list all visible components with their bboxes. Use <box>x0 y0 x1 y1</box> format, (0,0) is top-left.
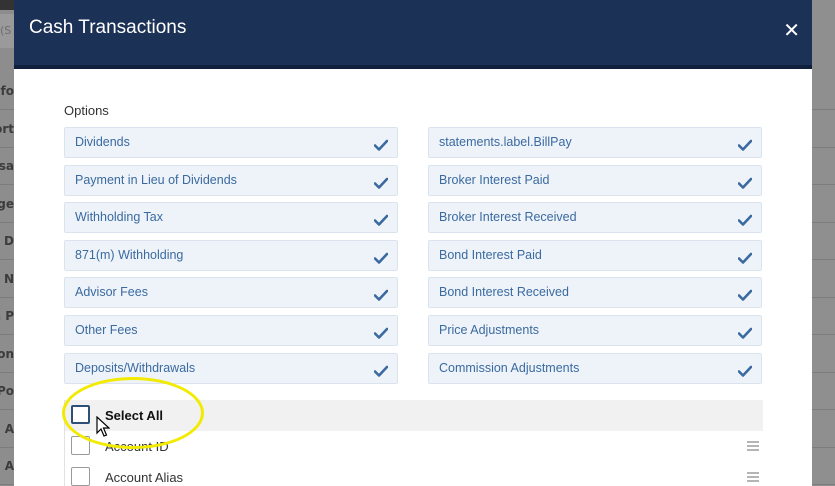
option-label: Advisor Fees <box>75 285 148 300</box>
option-toggle[interactable]: Dividends <box>64 127 398 158</box>
background-nav-item: nfo <box>0 72 14 110</box>
background-nav-item-label: ort <box>0 121 14 136</box>
background-nav-item-label: nsa <box>0 159 14 173</box>
background-nav-item-label: e A <box>0 421 14 436</box>
option-label: Payment in Lieu of Dividends <box>75 172 237 187</box>
background-divider <box>812 296 835 298</box>
select-all-label: Select All <box>105 408 164 423</box>
option-toggle[interactable]: Deposits/Withdrawals <box>64 352 398 384</box>
checkmark-icon <box>737 174 753 189</box>
checkmark-icon <box>373 136 389 151</box>
background-nav-item-label: d A <box>0 459 14 473</box>
cash-transactions-modal: Cash Transactions ✕ Options Dividends Pay… <box>14 0 812 486</box>
background-nav-item: n N <box>0 260 14 298</box>
select-all-row[interactable]: Select All <box>65 400 763 431</box>
background-divider <box>812 259 835 260</box>
option-toggle[interactable]: Other Fees <box>64 314 398 346</box>
option-label: 871(m) Withholding <box>75 247 184 262</box>
background-divider <box>812 446 835 448</box>
background-nav-item: n D <box>0 222 14 260</box>
option-toggle[interactable]: Bond Interest Received <box>428 277 762 309</box>
option-label: Dividends <box>75 135 130 149</box>
modal-title: Cash Transactions <box>29 17 187 38</box>
background-nav-item-label: ion <box>0 346 14 361</box>
options-label: Options <box>64 103 109 118</box>
background-nav-item-label: n P <box>0 309 14 323</box>
background-nav-item: d A <box>0 447 14 485</box>
field-checkbox[interactable] <box>71 436 90 455</box>
background-nav-item: nsa <box>0 147 14 185</box>
field-label: Account ID <box>105 439 169 454</box>
field-row[interactable]: Account ID <box>65 431 763 462</box>
background-divider <box>812 146 835 148</box>
checkmark-icon <box>373 211 389 226</box>
background-nav-item-label: nfo <box>0 84 14 98</box>
background-nav-item-label: n N <box>0 271 14 286</box>
checkmark-icon <box>737 211 753 226</box>
background-divider <box>812 409 835 410</box>
background-nav-item-label: Po <box>0 384 14 398</box>
option-label: Broker Interest Received <box>439 210 577 225</box>
checkmark-icon <box>737 249 753 264</box>
close-button[interactable]: ✕ <box>783 20 800 40</box>
field-checkbox[interactable] <box>71 467 90 486</box>
background-divider <box>812 184 835 185</box>
checkmark-icon <box>737 136 753 151</box>
background-nav-item: e A <box>0 410 14 448</box>
option-label: Price Adjustments <box>439 322 540 337</box>
option-label: Withholding Tax <box>75 210 164 225</box>
option-label: Other Fees <box>75 322 138 337</box>
option-toggle[interactable]: Price Adjustments <box>428 314 762 346</box>
fields-table: Select All Account ID Account Alias <box>64 400 763 486</box>
option-label: Deposits/Withdrawals <box>75 360 196 375</box>
background-nav-item: ion <box>0 335 14 373</box>
option-label: statements.label.BillPay <box>439 135 572 149</box>
background-search-placeholder: (S <box>0 24 12 37</box>
checkmark-icon <box>373 174 389 189</box>
field-row[interactable]: Account Alias <box>65 462 763 486</box>
option-label: Bond Interest Paid <box>439 247 542 262</box>
select-all-checkbox[interactable] <box>71 405 90 424</box>
background-nav-item: n P <box>0 297 14 335</box>
field-label: Account Alias <box>105 470 184 485</box>
background-nav-item: ort <box>0 110 14 148</box>
option-label: Bond Interest Received <box>439 285 569 300</box>
option-toggle[interactable]: statements.label.BillPay <box>428 127 762 158</box>
background-nav-item-label: ge <box>0 196 14 211</box>
checkmark-icon <box>373 286 389 302</box>
drag-handle-icon[interactable] <box>747 441 759 451</box>
options-right-column: statements.label.BillPay Broker Interest … <box>428 127 762 390</box>
option-toggle[interactable]: Payment in Lieu of Dividends <box>64 164 398 196</box>
checkmark-icon <box>737 362 753 377</box>
background-divider <box>812 334 835 335</box>
background-divider <box>812 109 835 110</box>
background-right-panel <box>812 0 835 486</box>
background-nav-item: ge <box>0 185 14 223</box>
option-toggle[interactable]: Bond Interest Paid <box>428 239 762 271</box>
option-label: Commission Adjustments <box>439 360 580 375</box>
modal-header: Cash Transactions ✕ <box>14 0 812 69</box>
checkmark-icon <box>373 324 389 339</box>
option-toggle[interactable]: 871(m) Withholding <box>64 239 398 271</box>
background-divider <box>812 484 835 485</box>
option-toggle[interactable]: Withholding Tax <box>64 202 398 234</box>
option-toggle[interactable]: Commission Adjustments <box>428 352 762 384</box>
background-nav-item: Po <box>0 372 14 410</box>
checkmark-icon <box>737 324 753 339</box>
option-label: Broker Interest Paid <box>439 172 550 187</box>
checkmark-icon <box>737 286 753 302</box>
option-toggle[interactable]: Advisor Fees <box>64 277 398 309</box>
option-toggle[interactable]: Broker Interest Received <box>428 202 762 234</box>
background-divider <box>812 221 835 223</box>
drag-handle-icon[interactable] <box>747 472 759 482</box>
background-search-field: (S <box>0 14 14 48</box>
background-nav-item-label: n D <box>0 234 14 248</box>
options-left-column: Dividends Payment in Lieu of Dividends Wit… <box>64 127 398 390</box>
option-toggle[interactable]: Broker Interest Paid <box>428 164 762 196</box>
background-divider <box>812 371 835 373</box>
checkmark-icon <box>373 249 389 264</box>
checkmark-icon <box>373 362 389 377</box>
